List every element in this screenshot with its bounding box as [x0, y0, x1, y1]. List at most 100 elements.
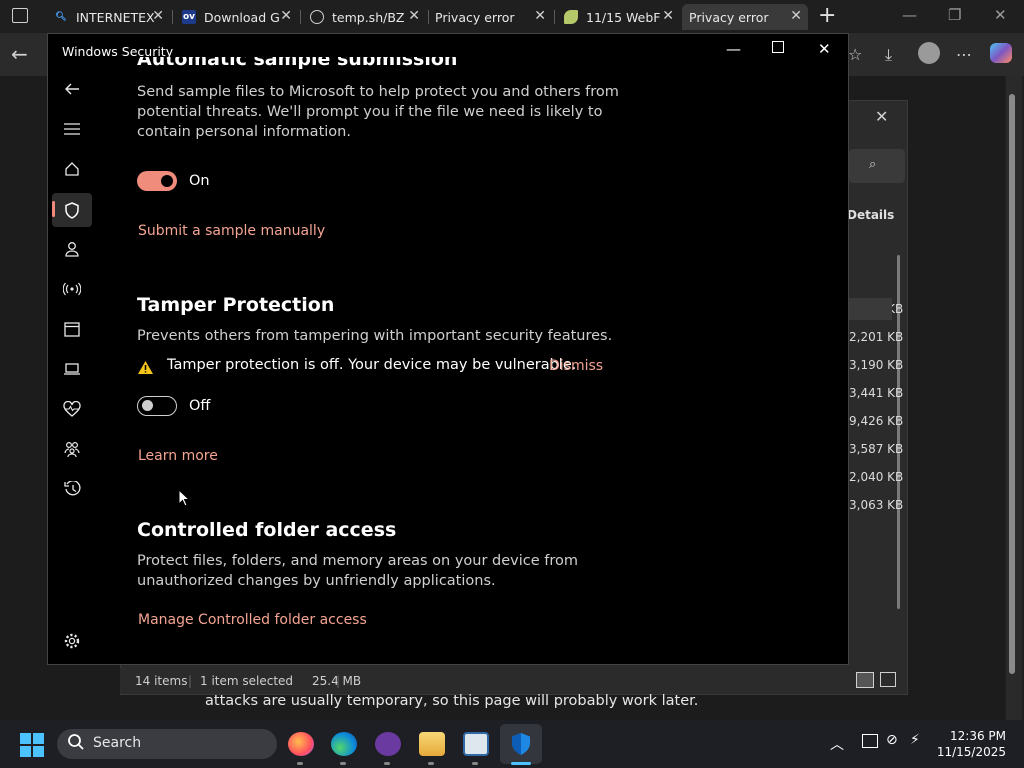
home-icon[interactable] — [63, 160, 81, 178]
back-arrow-icon[interactable]: ← — [11, 42, 28, 66]
leaf-icon — [564, 10, 578, 24]
system-clock[interactable]: 12:36 PM 11/15/2025 — [937, 728, 1006, 760]
tab-internetex[interactable]: 🔍︎ INTERNETEX ✕ — [44, 4, 170, 30]
tiles-view-icon[interactable] — [880, 672, 896, 687]
tamper-protection-toggle[interactable] — [137, 396, 177, 416]
taskbar-search-box[interactable]: Search — [57, 729, 277, 759]
maximize-icon[interactable] — [772, 41, 784, 53]
minimize-icon[interactable]: — — [726, 40, 741, 58]
battery-icon[interactable]: ⚡︎ — [910, 732, 920, 748]
close-tab-icon[interactable]: ✕ — [790, 8, 802, 24]
tamper-protection-description: Prevents others from tampering with impo… — [137, 328, 613, 344]
menu-icon[interactable] — [63, 120, 81, 138]
sample-submission-description: Send sample files to Microsoft to help p… — [137, 84, 619, 140]
status-item-count: 14 items — [135, 674, 188, 688]
file-size: 2,040 KB — [849, 470, 904, 484]
toggle-knob — [142, 400, 153, 411]
firefox-icon[interactable] — [288, 732, 314, 756]
details-button[interactable]: Details — [847, 208, 894, 222]
more-options-icon[interactable]: ⋯ — [956, 45, 972, 64]
minimize-icon[interactable]: — — [902, 6, 917, 24]
manage-controlled-folder-access-link[interactable]: Manage Controlled folder access — [138, 612, 367, 628]
globe-icon — [310, 10, 324, 24]
restore-icon[interactable]: ❐ — [948, 6, 961, 24]
downloads-icon[interactable]: ⤓ — [885, 45, 892, 65]
volume-icon[interactable]: ⊘ — [886, 732, 898, 748]
submit-sample-link[interactable]: Submit a sample manually — [138, 223, 325, 239]
selected-row-highlight — [848, 298, 892, 320]
ov-logo-icon: ov — [182, 10, 196, 24]
clock-date: 11/15/2025 — [936, 745, 1006, 759]
settings-gear-icon[interactable] — [63, 632, 81, 650]
learn-more-link[interactable]: Learn more — [138, 448, 218, 464]
nav-selection-indicator — [52, 201, 55, 217]
explorer-status-bar: 14 items | 1 item selected 25.4 MB | — [120, 668, 906, 693]
edge-icon[interactable] — [331, 732, 357, 756]
close-tab-icon[interactable]: ✕ — [408, 8, 420, 24]
search-icon — [67, 733, 85, 755]
windows-security-taskbar-button[interactable] — [500, 724, 542, 764]
tamper-toggle-state: Off — [189, 398, 211, 414]
tab-temp-sh[interactable]: temp.sh/BZ ✕ — [300, 4, 426, 30]
shield-icon[interactable] — [63, 201, 81, 219]
search-icon: 🔍︎ — [55, 12, 67, 22]
file-explorer-icon[interactable] — [419, 732, 445, 756]
copilot-icon[interactable] — [990, 43, 1012, 63]
app-icon[interactable] — [463, 732, 489, 756]
firewall-network-icon[interactable] — [63, 280, 81, 298]
scrollbar-thumb[interactable] — [1009, 94, 1015, 674]
tab-actions-icon[interactable] — [12, 8, 28, 23]
tab-download[interactable]: ov Download G ✕ — [172, 4, 298, 30]
clock-time: 12:36 PM — [950, 729, 1006, 743]
dialog-close-icon[interactable]: ✕ — [875, 107, 888, 126]
device-security-icon[interactable] — [63, 360, 81, 378]
warning-icon — [138, 359, 153, 378]
network-icon[interactable] — [862, 734, 878, 748]
mouse-cursor-icon — [178, 488, 191, 511]
file-size: 3,190 KB — [849, 358, 904, 372]
controlled-folder-access-description: Protect files, folders, and memory areas… — [137, 553, 579, 589]
start-button-icon[interactable] — [20, 733, 44, 757]
details-view-icon[interactable] — [856, 672, 874, 688]
toggle-knob — [161, 175, 173, 187]
close-tab-icon[interactable]: ✕ — [662, 8, 674, 24]
windows-security-window: Windows Security — ✕ Automatic sample su… — [47, 33, 849, 665]
app-browser-control-icon[interactable] — [63, 320, 81, 338]
device-health-icon[interactable] — [63, 400, 81, 418]
file-size: 9,426 KB — [849, 414, 904, 428]
sample-toggle-state: On — [189, 173, 210, 189]
account-icon[interactable] — [63, 240, 81, 258]
tamper-warning-text: Tamper protection is off. Your device ma… — [167, 357, 577, 373]
dismiss-link[interactable]: Dismiss — [549, 358, 603, 374]
show-hidden-icons-chevron[interactable]: ︿ — [830, 734, 844, 754]
file-size: 2,201 KB — [849, 330, 904, 344]
search-icon: ⌕ — [869, 157, 877, 172]
page-message: attacks are usually temporary, so this p… — [205, 693, 699, 709]
tab-privacy-error-1[interactable]: Privacy error ✕ — [428, 4, 552, 30]
protection-history-icon[interactable] — [63, 480, 81, 498]
close-window-icon[interactable]: ✕ — [994, 6, 1007, 24]
close-tab-icon[interactable]: ✕ — [280, 8, 292, 24]
app-icon[interactable] — [375, 732, 401, 756]
avatar[interactable] — [918, 42, 940, 64]
section-heading-automatic-sample: Automatic sample submission — [137, 48, 458, 70]
tab-privacy-error-active[interactable]: Privacy error ✕ — [682, 4, 808, 30]
dialog-search-box[interactable]: ⌕ — [849, 149, 905, 183]
windows-taskbar: Search ︿ ⊘ ⚡︎ 12:36 PM 11/15/2025 — [0, 720, 1024, 768]
close-tab-icon[interactable]: ✕ — [152, 8, 164, 24]
favorites-icon[interactable]: ☆ — [848, 45, 862, 64]
window-title: Windows Security — [62, 44, 174, 59]
page-scrollbar[interactable] — [1006, 76, 1022, 720]
browser-tab-strip: 🔍︎ INTERNETEX ✕ ov Download G ✕ temp.sh/… — [0, 0, 1024, 33]
file-size: 3,441 KB — [849, 386, 904, 400]
file-size: 3,063 KB — [849, 498, 904, 512]
sample-submission-toggle[interactable] — [137, 171, 177, 191]
family-options-icon[interactable] — [63, 440, 81, 458]
back-arrow-icon[interactable] — [63, 80, 81, 98]
close-tab-icon[interactable]: ✕ — [534, 8, 546, 24]
controlled-folder-access-heading: Controlled folder access — [137, 519, 397, 541]
new-tab-button[interactable]: + — [818, 3, 836, 28]
close-window-icon[interactable]: ✕ — [818, 40, 831, 58]
tamper-protection-heading: Tamper Protection — [137, 294, 335, 316]
tab-webf[interactable]: 11/15 WebF ✕ — [554, 4, 680, 30]
